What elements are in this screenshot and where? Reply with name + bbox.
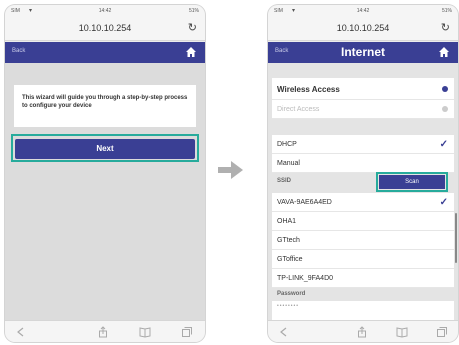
wizard-start-screen: SIM ▾ 14:42 51% 10.10.10.254 ↻ Back This… [5, 5, 205, 342]
next-button[interactable]: Next [15, 138, 195, 159]
radio-selected-icon[interactable] [442, 86, 448, 92]
network-item[interactable]: GTtech [272, 231, 454, 250]
network-item[interactable]: TP-LINK_9FA4D0 [272, 269, 454, 288]
url-text[interactable]: 10.10.10.254 [337, 23, 390, 33]
battery-label: 51% [441, 8, 452, 14]
direct-access-label: Direct Access [277, 106, 320, 113]
app-header: Back Internet [268, 42, 458, 63]
scan-highlight: Scan [376, 172, 448, 192]
carrier-label: SIM [11, 8, 20, 14]
wireless-access-option[interactable]: Wireless Access [272, 78, 454, 100]
bookmarks-icon[interactable] [139, 326, 151, 338]
manual-option[interactable]: Manual [272, 154, 454, 173]
tabs-icon[interactable] [436, 326, 448, 338]
back-link[interactable]: Back [12, 48, 25, 54]
ssid-label: SSID [277, 178, 292, 184]
back-link[interactable]: Back [275, 48, 288, 54]
status-bar: SIM ▾ 14:42 51% [5, 5, 205, 17]
share-icon[interactable] [97, 326, 109, 338]
browser-toolbar [5, 320, 205, 342]
wireless-access-label: Wireless Access [277, 85, 340, 94]
next-highlight: Next [11, 134, 199, 162]
radio-unselected-icon[interactable] [442, 106, 448, 112]
battery-label: 51% [188, 8, 199, 14]
network-item[interactable]: VAVA-9AE6A4ED ✓ [272, 193, 454, 212]
url-text[interactable]: 10.10.10.254 [79, 23, 132, 33]
home-icon[interactable] [438, 46, 450, 58]
carrier-label: SIM [274, 8, 283, 14]
internet-settings-content: Wireless Access Direct Access DHCP ✓ Man… [268, 63, 458, 320]
ssid-section-header: SSID Scan [272, 172, 454, 192]
reload-icon[interactable]: ↻ [188, 21, 197, 34]
home-icon[interactable] [185, 46, 197, 58]
network-item[interactable]: OHA1 [272, 212, 454, 231]
network-name: GTtech [277, 237, 300, 244]
page-title: Internet [340, 45, 386, 59]
network-item[interactable]: GToffice [272, 250, 454, 269]
arrow-right-icon [218, 161, 243, 179]
network-name: VAVA-9AE6A4ED [277, 199, 332, 206]
checkmark-icon: ✓ [439, 197, 448, 208]
dhcp-label: DHCP [277, 141, 297, 148]
status-time: 14:42 [98, 8, 112, 14]
status-time: 14:42 [356, 8, 370, 14]
internet-settings-screen: SIM ▾ 14:42 51% 10.10.10.254 ↻ Back Inte… [268, 5, 458, 342]
password-section-header: Password [272, 288, 454, 301]
intro-box: This wizard will guide you through a ste… [14, 85, 196, 127]
reload-icon[interactable]: ↻ [441, 21, 450, 34]
password-label: Password [277, 291, 306, 297]
browser-toolbar [268, 320, 458, 342]
bookmarks-icon[interactable] [396, 326, 408, 338]
share-icon[interactable] [356, 326, 368, 338]
back-arrow-icon[interactable] [15, 326, 27, 338]
network-name: OHA1 [277, 218, 297, 225]
tabs-icon[interactable] [181, 326, 193, 338]
password-value[interactable]: •••••••• [277, 303, 299, 309]
network-name: GToffice [277, 256, 303, 263]
wizard-content: This wizard will guide you through a ste… [5, 63, 205, 320]
address-bar[interactable]: 10.10.10.254 ↻ [268, 17, 458, 41]
direct-access-option[interactable]: Direct Access [272, 100, 454, 119]
scrollbar[interactable] [455, 213, 457, 263]
password-field[interactable]: •••••••• [272, 301, 454, 320]
checkmark-icon: ✓ [439, 139, 448, 150]
wifi-icon: ▾ [29, 8, 33, 14]
network-name: TP-LINK_9FA4D0 [277, 275, 334, 282]
dhcp-option[interactable]: DHCP ✓ [272, 135, 454, 154]
address-bar[interactable]: 10.10.10.254 ↻ [5, 17, 205, 41]
manual-label: Manual [277, 160, 300, 167]
status-bar: SIM ▾ 14:42 51% [268, 5, 458, 17]
app-header: Back [5, 42, 205, 63]
back-arrow-icon[interactable] [278, 326, 290, 338]
intro-text: This wizard will guide you through a ste… [22, 95, 188, 109]
wifi-icon: ▾ [292, 8, 296, 14]
scan-button[interactable]: Scan [379, 175, 445, 189]
